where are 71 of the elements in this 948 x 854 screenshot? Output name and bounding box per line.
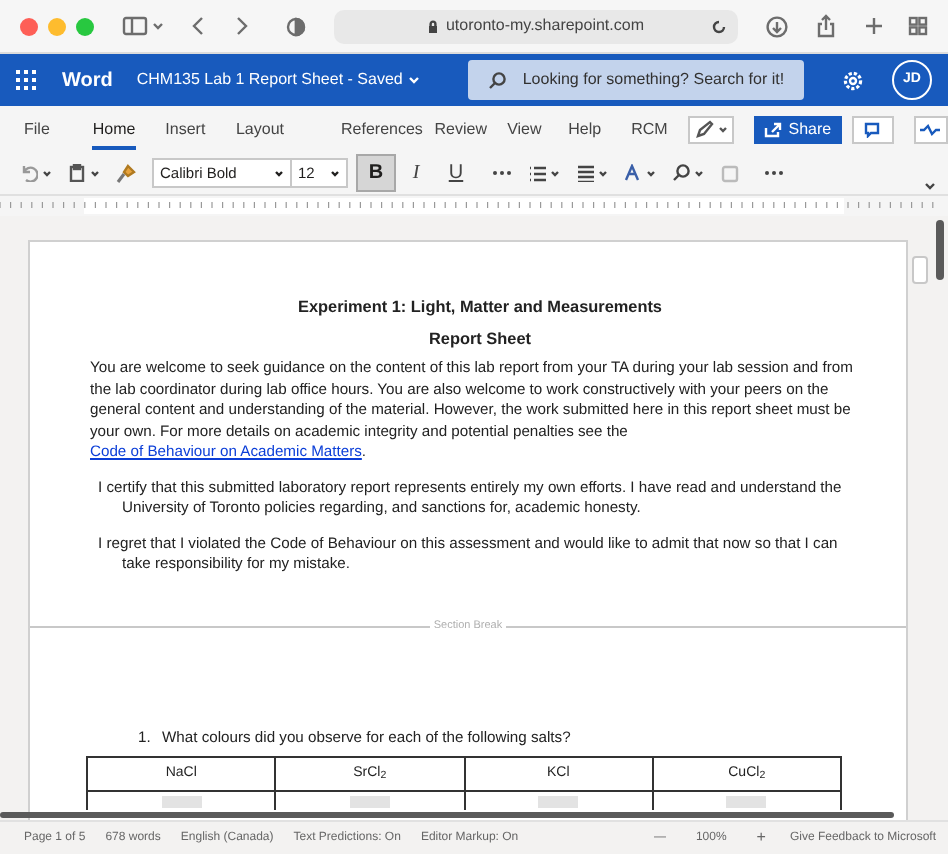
chevron-down-icon <box>550 169 560 177</box>
sidebar-icon[interactable] <box>122 16 166 36</box>
more-icon[interactable] <box>764 170 784 176</box>
comments-button[interactable] <box>851 115 894 143</box>
styles-icon <box>624 164 642 182</box>
horizontal-scrollbar[interactable] <box>0 812 894 818</box>
ribbon-tab[interactable]: View <box>507 106 569 152</box>
chevron-down-icon <box>90 169 100 177</box>
bullet-list-icon <box>528 164 546 182</box>
close-window-button[interactable] <box>20 17 38 35</box>
search-icon <box>672 164 690 182</box>
document-subheading: Report Sheet <box>427 329 533 350</box>
clipboard-button[interactable] <box>68 164 100 182</box>
ribbon-tab[interactable]: Insert <box>165 106 236 152</box>
tab-overview-icon[interactable] <box>908 16 928 36</box>
chevron-down-icon <box>646 169 656 177</box>
more-icon[interactable] <box>492 170 512 176</box>
answer-field[interactable] <box>87 791 276 809</box>
italic-button[interactable]: I <box>396 154 436 192</box>
chevron-down-icon <box>408 76 421 84</box>
document-heading: Experiment 1: Light, Matter and Measurements <box>296 298 664 319</box>
align-button[interactable] <box>576 164 608 182</box>
undo-button[interactable] <box>20 164 52 182</box>
address-bar[interactable]: utoronto-my.sharepoint.com <box>334 9 738 43</box>
chevron-down-icon <box>694 169 704 177</box>
vertical-scrollbar[interactable] <box>936 220 944 280</box>
editing-mode-button[interactable] <box>688 115 735 143</box>
chevron-down-icon <box>42 169 52 177</box>
bullet-list-button[interactable] <box>528 164 560 182</box>
chevron-down-icon <box>598 169 608 177</box>
activity-icon <box>920 123 941 135</box>
undo-icon <box>20 164 38 182</box>
forward-icon[interactable] <box>234 16 250 36</box>
styles-button[interactable] <box>624 164 656 182</box>
reload-icon[interactable] <box>712 19 726 33</box>
chevron-down-icon <box>274 169 284 177</box>
back-icon[interactable] <box>190 16 206 36</box>
ribbon-tab[interactable]: Layout <box>235 106 341 152</box>
underline-button[interactable]: U <box>436 154 476 192</box>
app-launcher-icon[interactable] <box>16 70 36 90</box>
format-painter-icon[interactable] <box>116 163 136 183</box>
ribbon-tab[interactable]: References <box>341 106 435 152</box>
ribbon-tab[interactable]: Home <box>92 106 166 152</box>
share-icon[interactable] <box>816 14 836 38</box>
pen-icon <box>695 120 714 138</box>
chevron-down-icon <box>717 125 728 133</box>
ribbon-tab[interactable]: Review <box>434 106 508 152</box>
search-icon <box>488 71 507 89</box>
lock-icon <box>427 19 438 33</box>
clipboard-icon <box>68 164 86 182</box>
zoom-in-button[interactable]: + <box>756 826 766 850</box>
align-icon <box>576 164 594 182</box>
settings-icon[interactable] <box>842 69 864 91</box>
url-text: utoronto-my.sharepoint.com <box>445 14 644 38</box>
ribbon-tab[interactable]: File <box>24 106 93 152</box>
side-pane-toggle[interactable] <box>912 256 928 284</box>
app-name: Word <box>62 67 113 95</box>
new-tab-icon[interactable] <box>864 16 884 36</box>
ribbon-tab[interactable]: Help <box>568 106 632 152</box>
share-button[interactable]: Share <box>754 115 842 143</box>
bold-button[interactable]: B <box>356 154 396 192</box>
comment-icon <box>864 121 881 137</box>
search-field[interactable]: Looking for something? Search for it! <box>468 60 805 100</box>
download-icon[interactable] <box>766 15 788 37</box>
ribbon-tab[interactable]: RCM <box>631 106 689 152</box>
catch-up-button[interactable] <box>913 115 948 143</box>
chevron-down-icon <box>330 169 340 177</box>
document-title-button[interactable]: CHM135 Lab 1 Report Sheet - Saved <box>136 68 421 92</box>
search-button[interactable] <box>672 164 704 182</box>
expand-ribbon-icon[interactable] <box>924 182 936 190</box>
share-icon <box>764 121 783 137</box>
